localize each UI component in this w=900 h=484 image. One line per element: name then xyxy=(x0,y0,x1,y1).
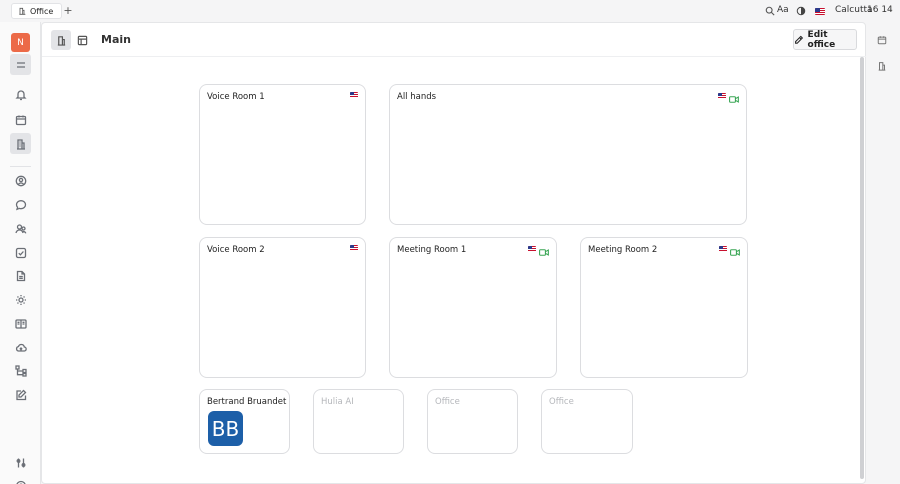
new-tab-button[interactable]: + xyxy=(62,4,74,18)
hierarchy-icon xyxy=(14,364,27,377)
page-title: Main xyxy=(101,33,131,46)
office-view-button[interactable] xyxy=(51,30,71,50)
clock-label: 16 14 xyxy=(867,5,893,15)
room-card[interactable]: Voice Room 1 xyxy=(199,84,366,225)
video-icon xyxy=(729,92,739,103)
top-bar: Office + Aa Calcutta 16 14 xyxy=(0,0,900,22)
sidebar-item-people[interactable] xyxy=(10,218,31,239)
office-icon xyxy=(878,62,886,71)
sidebar-item-chat[interactable] xyxy=(10,194,31,215)
sidebar-item-notes[interactable] xyxy=(10,384,31,405)
flag-icon xyxy=(718,92,726,99)
document-icon xyxy=(16,270,25,281)
desk-name: Hulia AI xyxy=(321,397,354,407)
sidebar-item-settings[interactable] xyxy=(10,452,31,473)
room-name: Meeting Room 2 xyxy=(588,245,658,255)
tasks-icon xyxy=(15,247,26,258)
desk-card[interactable]: Office xyxy=(427,389,518,454)
flag-icon xyxy=(719,245,727,252)
office-icon xyxy=(19,7,26,15)
sidebar-divider xyxy=(10,166,31,167)
sidebar-item-documents[interactable] xyxy=(10,265,31,286)
tab-label: Office xyxy=(30,6,54,16)
calendar-icon xyxy=(877,36,887,45)
edit-icon xyxy=(15,389,26,400)
flag-icon[interactable] xyxy=(814,4,826,18)
desk-name: Bertrand Bruandet xyxy=(207,397,287,407)
bell-icon xyxy=(14,89,27,100)
contrast-icon[interactable] xyxy=(795,4,807,18)
room-name: All hands xyxy=(397,92,437,102)
desk-name: Office xyxy=(549,397,574,407)
edit-office-button[interactable]: Edit office xyxy=(793,29,857,50)
room-card[interactable]: All hands xyxy=(389,84,747,225)
sidebar-item-office[interactable] xyxy=(10,133,31,154)
right-rail xyxy=(866,22,900,484)
user-avatar[interactable]: BB xyxy=(208,411,243,446)
desk-card[interactable]: Office xyxy=(541,389,633,454)
calendar-icon xyxy=(15,115,26,125)
scrollbar-thumb[interactable] xyxy=(860,57,864,479)
chat-icon xyxy=(15,199,26,210)
sidebar-item-contacts[interactable] xyxy=(10,170,31,191)
room-name: Voice Room 2 xyxy=(207,245,265,255)
table-view-button[interactable] xyxy=(72,30,92,50)
table-icon xyxy=(77,35,87,45)
office-icon xyxy=(16,138,25,150)
room-card[interactable]: Meeting Room 2 xyxy=(580,237,748,378)
settings-icon xyxy=(16,458,25,467)
video-icon xyxy=(730,245,740,256)
sidebar-item-help[interactable] xyxy=(10,475,31,484)
flag-icon xyxy=(528,245,536,252)
sidebar-item-library[interactable] xyxy=(10,313,31,334)
sidebar-item-hierarchy[interactable] xyxy=(10,360,31,381)
flag-icon xyxy=(350,92,358,98)
room-card[interactable]: Voice Room 2 xyxy=(199,237,366,378)
sun-icon xyxy=(15,294,26,305)
menu-button[interactable] xyxy=(10,54,31,75)
sidebar-item-ideas[interactable] xyxy=(10,289,31,310)
people-icon xyxy=(14,223,26,234)
left-sidebar: N xyxy=(0,22,41,484)
sidebar-item-drive[interactable] xyxy=(10,337,31,358)
calendar-panel-button[interactable] xyxy=(877,34,889,46)
tab-office[interactable]: Office xyxy=(11,3,63,19)
sidebar-item-tasks[interactable] xyxy=(10,242,31,263)
office-header: Main Edit office xyxy=(42,23,867,57)
room-name: Meeting Room 1 xyxy=(397,245,467,255)
office-icon xyxy=(57,35,65,46)
menu-icon xyxy=(16,61,25,68)
desk-card[interactable]: Hulia AI xyxy=(313,389,404,454)
room-card[interactable]: Meeting Room 1 xyxy=(389,237,557,378)
video-icon xyxy=(539,245,549,256)
search-icon[interactable] xyxy=(764,4,776,18)
cloud-icon xyxy=(15,343,27,352)
workspace-avatar[interactable]: N xyxy=(11,33,30,52)
main-panel: Main Edit office Voice Room 1 All hands … xyxy=(41,22,867,484)
font-size-button[interactable]: Aa xyxy=(777,5,789,15)
sidebar-item-calendar[interactable] xyxy=(10,109,31,130)
desk-card[interactable]: Bertrand Bruandet BB xyxy=(199,389,290,454)
help-icon xyxy=(15,480,26,484)
book-icon xyxy=(14,318,27,329)
contact-icon xyxy=(15,175,26,186)
edit-office-label: Edit office xyxy=(807,29,836,50)
desk-name: Office xyxy=(435,397,460,407)
room-name: Voice Room 1 xyxy=(207,92,265,102)
pencil-icon xyxy=(795,35,804,44)
flag-icon xyxy=(350,245,358,251)
sidebar-item-notifications[interactable] xyxy=(10,84,31,105)
office-panel-button[interactable] xyxy=(877,60,889,72)
